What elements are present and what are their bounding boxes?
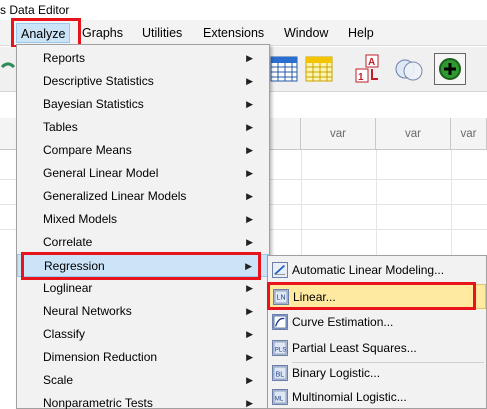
- submenu-arrow-icon: ▶: [246, 191, 253, 201]
- menu-item-label: Classify: [43, 327, 86, 341]
- spelling-button[interactable]: [434, 53, 466, 85]
- submenu-arrow-icon: ▶: [246, 283, 253, 293]
- value-labels-icon[interactable]: A 1: [352, 53, 384, 85]
- submenu-arrow-icon: ▶: [245, 261, 252, 271]
- submenu-item-label: Partial Least Squares...: [292, 341, 417, 355]
- submenu-item-automatic-linear-modeling[interactable]: Automatic Linear Modeling...: [268, 258, 486, 283]
- menu-item-label: Regression: [44, 259, 105, 273]
- menu-analyze[interactable]: Analyze: [16, 23, 71, 43]
- submenu-item-label: Binary Logistic...: [292, 366, 381, 380]
- menu-item-compare-means[interactable]: Compare Means ▶: [17, 139, 269, 162]
- menu-item-label: Scale: [43, 373, 74, 387]
- partial-least-squares-icon: PLS: [272, 340, 288, 356]
- menu-item-scale[interactable]: Scale ▶: [17, 369, 269, 392]
- use-sets-icon[interactable]: [393, 53, 425, 85]
- submenu-arrow-icon: ▶: [246, 375, 253, 385]
- submenu-item-partial-least-squares[interactable]: PLS Partial Least Squares...: [268, 336, 486, 361]
- svg-text:BL: BL: [276, 372, 285, 379]
- menu-item-generalized-linear-models[interactable]: Generalized Linear Models ▶: [17, 185, 269, 208]
- menu-item-label: Tables: [43, 120, 78, 134]
- menu-item-label: Nonparametric Tests: [43, 396, 153, 409]
- submenu-arrow-icon: ▶: [246, 145, 253, 155]
- submenu-item-label: Multinomial Logistic...: [292, 390, 407, 404]
- submenu-item-linear[interactable]: LN Linear...: [268, 284, 486, 309]
- submenu-arrow-icon: ▶: [246, 214, 253, 224]
- menu-utilities[interactable]: Utilities: [138, 23, 186, 43]
- menu-item-dimension-reduction[interactable]: Dimension Reduction ▶: [17, 346, 269, 369]
- submenu-arrow-icon: ▶: [246, 53, 253, 63]
- add-circle-icon: [439, 58, 461, 80]
- menu-item-label: Neural Networks: [43, 304, 132, 318]
- goto-variable-icon[interactable]: [268, 53, 300, 85]
- svg-text:1: 1: [358, 72, 364, 83]
- submenu-arrow-icon: ▶: [246, 76, 253, 86]
- menu-item-label: Descriptive Statistics: [43, 74, 154, 88]
- menu-item-label: Dimension Reduction: [43, 350, 158, 364]
- auto-linear-icon: [272, 262, 288, 278]
- submenu-item-label: Linear...: [293, 290, 336, 304]
- variables-icon[interactable]: [303, 53, 335, 85]
- menu-extensions[interactable]: Extensions: [199, 23, 268, 43]
- linear-regression-icon: LN: [273, 289, 289, 305]
- menu-item-regression[interactable]: Regression ▶: [17, 254, 269, 277]
- curve-estimation-icon: [272, 314, 288, 330]
- binary-logistic-icon: BL: [272, 365, 288, 381]
- grid-col-line: [451, 150, 452, 255]
- submenu-arrow-icon: ▶: [246, 398, 253, 408]
- submenu-item-multinomial-logistic[interactable]: ML Multinomial Logistic...: [268, 385, 486, 409]
- svg-text:PLS: PLS: [275, 347, 287, 354]
- submenu-arrow-icon: ▶: [246, 329, 253, 339]
- menu-item-tables[interactable]: Tables ▶: [17, 116, 269, 139]
- submenu-arrow-icon: ▶: [246, 168, 253, 178]
- regression-submenu: Automatic Linear Modeling... LN Linear..…: [267, 255, 487, 409]
- submenu-item-curve-estimation[interactable]: Curve Estimation...: [268, 310, 486, 335]
- menu-item-label: Generalized Linear Models: [43, 189, 187, 203]
- submenu-item-label: Automatic Linear Modeling...: [292, 263, 445, 277]
- column-header-var[interactable]: var: [451, 118, 487, 150]
- undo-icon[interactable]: [0, 57, 16, 77]
- multinomial-logistic-icon: ML: [272, 389, 288, 405]
- submenu-item-binary-logistic[interactable]: BL Binary Logistic...: [268, 361, 486, 386]
- submenu-arrow-icon: ▶: [246, 122, 253, 132]
- menu-item-nonparametric-tests[interactable]: Nonparametric Tests ▶: [17, 392, 269, 409]
- menu-window[interactable]: Window: [280, 23, 332, 43]
- submenu-arrow-icon: ▶: [246, 306, 253, 316]
- menu-graphs[interactable]: Graphs: [78, 23, 127, 43]
- submenu-item-label: Curve Estimation...: [292, 315, 394, 329]
- column-header-var[interactable]: var: [376, 118, 451, 150]
- analyze-menu: Reports ▶ Descriptive Statistics ▶ Bayesia…: [16, 44, 270, 409]
- menu-item-label: Compare Means: [43, 143, 132, 157]
- menu-item-mixed-models[interactable]: Mixed Models ▶: [17, 208, 269, 231]
- menu-item-correlate[interactable]: Correlate ▶: [17, 231, 269, 254]
- menubar: Analyze Graphs Utilities Extensions Wind…: [0, 20, 487, 46]
- grid-col-line: [376, 150, 377, 255]
- menu-item-loglinear[interactable]: Loglinear ▶: [17, 277, 269, 300]
- svg-text:LN: LN: [277, 295, 286, 302]
- svg-text:ML: ML: [275, 396, 284, 403]
- submenu-arrow-icon: ▶: [246, 237, 253, 247]
- menu-item-bayesian-statistics[interactable]: Bayesian Statistics ▶: [17, 93, 269, 116]
- menu-item-label: Loglinear: [43, 281, 93, 295]
- column-header-var[interactable]: var: [301, 118, 376, 150]
- menu-item-label: Correlate: [43, 235, 93, 249]
- submenu-arrow-icon: ▶: [246, 99, 253, 109]
- svg-text:A: A: [368, 57, 375, 68]
- menu-item-label: Mixed Models: [43, 212, 118, 226]
- menu-item-descriptive-statistics[interactable]: Descriptive Statistics ▶: [17, 70, 269, 93]
- menu-item-label: Bayesian Statistics: [43, 97, 144, 111]
- grid-col-line: [301, 150, 302, 255]
- menu-item-label: Reports: [43, 51, 86, 65]
- menu-item-general-linear-model[interactable]: General Linear Model ▶: [17, 162, 269, 185]
- menu-item-reports[interactable]: Reports ▶: [17, 47, 269, 70]
- submenu-arrow-icon: ▶: [246, 352, 253, 362]
- menu-item-neural-networks[interactable]: Neural Networks ▶: [17, 300, 269, 323]
- menu-item-classify[interactable]: Classify ▶: [17, 323, 269, 346]
- menu-item-label: General Linear Model: [43, 166, 159, 180]
- menu-help[interactable]: Help: [344, 23, 378, 43]
- window-title: s Data Editor: [0, 0, 487, 20]
